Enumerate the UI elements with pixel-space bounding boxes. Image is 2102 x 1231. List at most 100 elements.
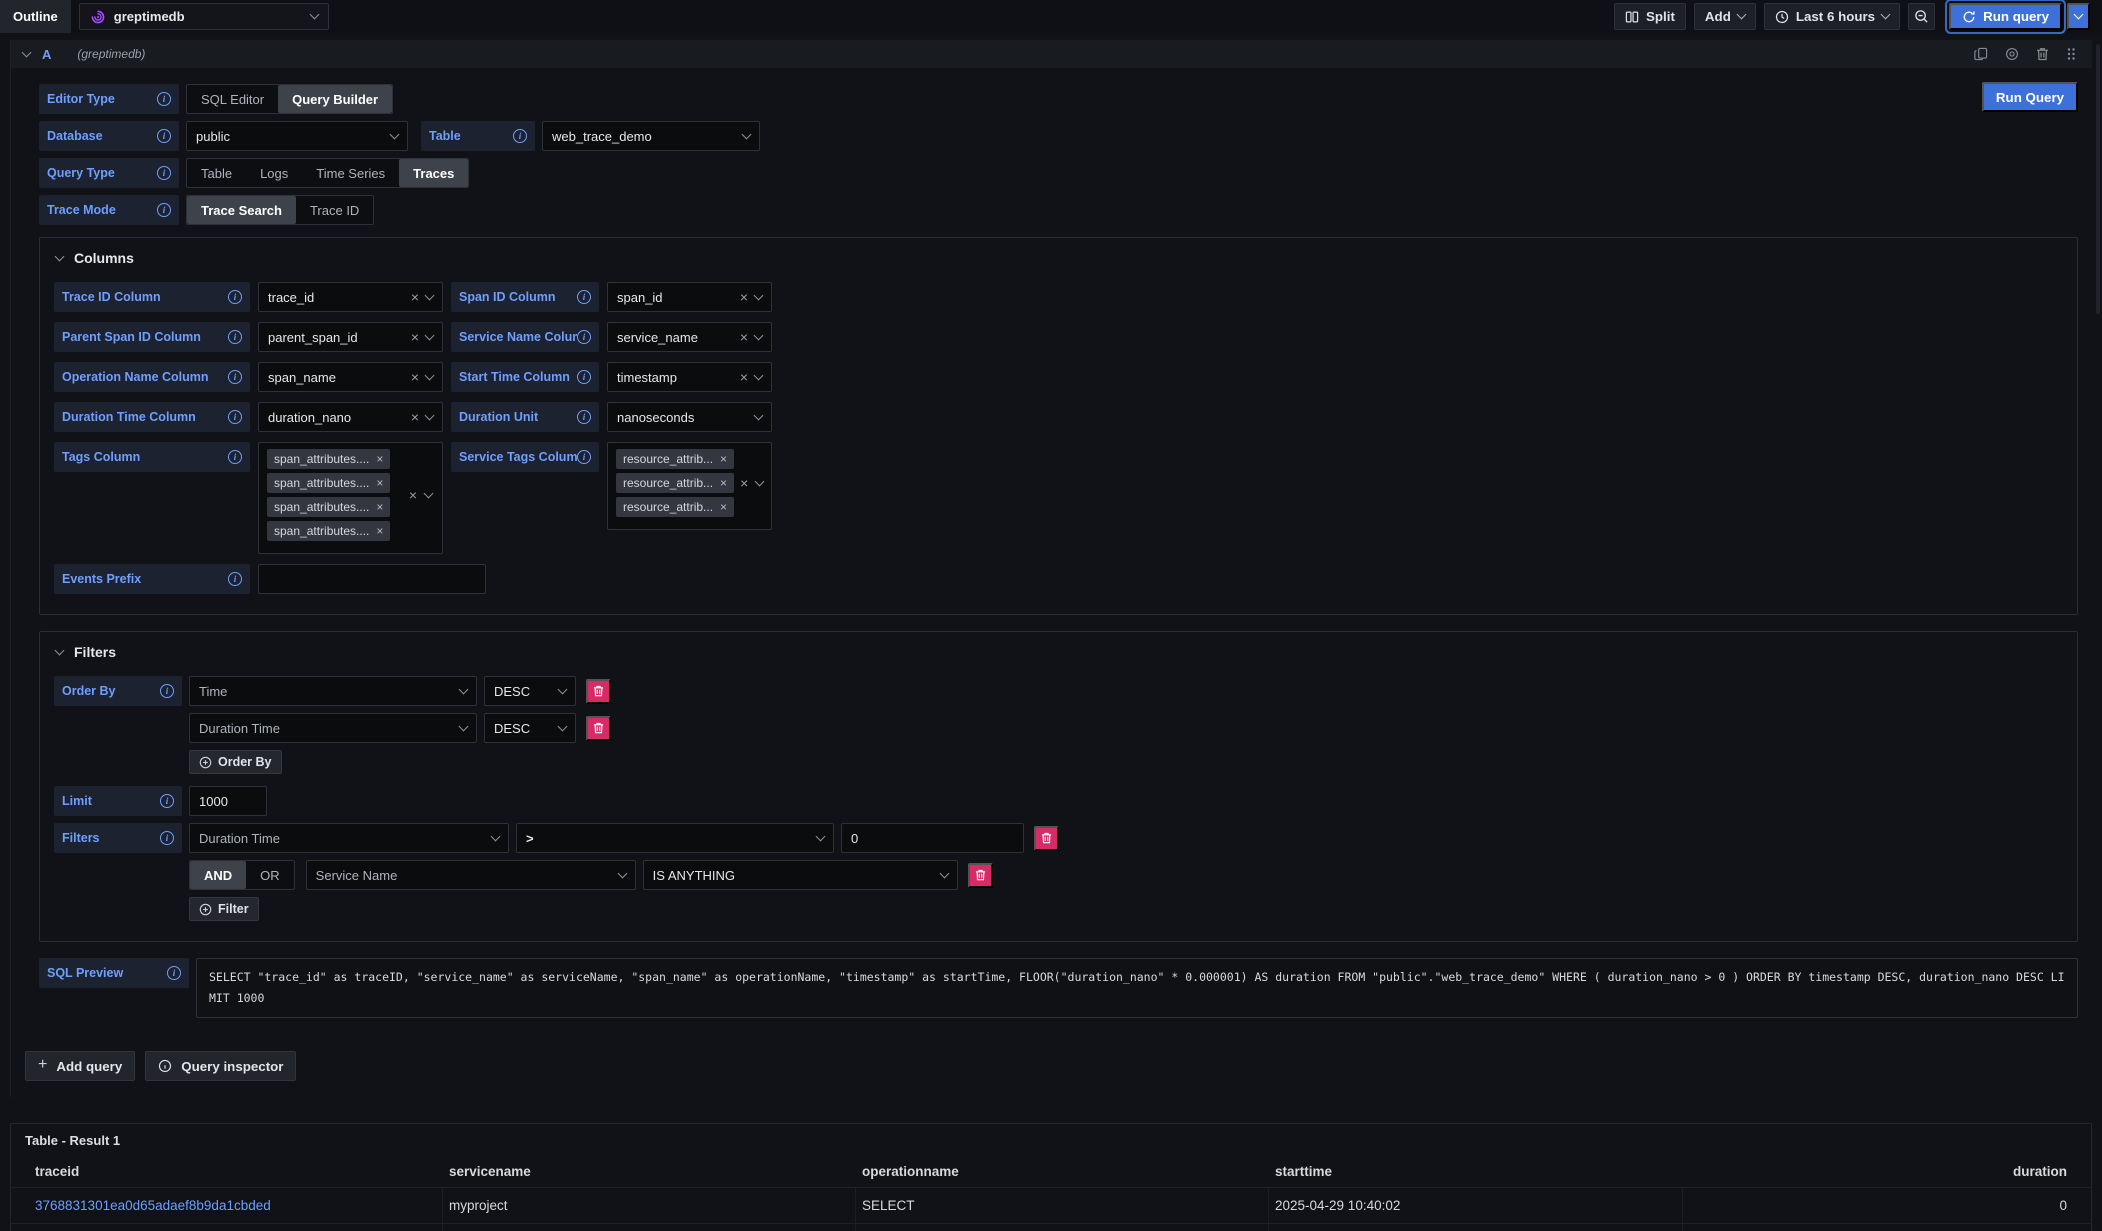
duration-time-column-select[interactable]: duration_nano× <box>258 402 443 432</box>
trace-mode-trace-id[interactable]: Trace ID <box>296 196 373 224</box>
service-tag-chip[interactable]: resource_attrib...× <box>616 497 734 517</box>
column-header-traceid[interactable]: traceid <box>11 1156 443 1187</box>
remove-filter-button[interactable] <box>968 863 993 888</box>
info-icon[interactable]: i <box>160 794 174 808</box>
info-icon[interactable]: i <box>228 290 242 304</box>
column-header-duration[interactable]: duration <box>1683 1156 2091 1187</box>
remove-tag-icon[interactable]: × <box>720 500 727 514</box>
tag-chip[interactable]: span_attributes....× <box>267 473 390 493</box>
operation-name-column-select[interactable]: span_name× <box>258 362 443 392</box>
tag-chip[interactable]: span_attributes....× <box>267 449 390 469</box>
limit-input[interactable] <box>189 786 267 816</box>
scrollbar[interactable] <box>2096 44 2100 314</box>
database-select[interactable]: public <box>186 121 408 151</box>
remove-order-by-button[interactable] <box>586 716 611 741</box>
columns-section-header[interactable]: Columns <box>56 250 2063 266</box>
clear-icon[interactable]: × <box>740 330 748 344</box>
run-query-button[interactable]: Run query <box>1949 3 2062 30</box>
table-select[interactable]: web_trace_demo <box>542 121 760 151</box>
info-icon[interactable]: i <box>228 410 242 424</box>
info-icon[interactable]: i <box>228 572 242 586</box>
service-tag-chip[interactable]: resource_attrib...× <box>616 449 734 469</box>
info-icon[interactable]: i <box>228 330 242 344</box>
drag-handle-icon[interactable] <box>2066 47 2076 61</box>
duration-unit-select[interactable]: nanoseconds <box>607 402 772 432</box>
order-by-field-select[interactable]: Time <box>189 676 477 706</box>
query-row-header[interactable]: A (greptimedb) <box>11 40 2092 68</box>
clear-all-icon[interactable]: × <box>409 488 417 502</box>
info-icon[interactable]: i <box>160 684 174 698</box>
filter-logic-and[interactable]: AND <box>190 861 246 889</box>
trace-id-link[interactable]: 3768831301ea0d65adaef8b9da1cbded <box>35 1198 271 1213</box>
add-query-button[interactable]: + Add query <box>25 1051 135 1081</box>
info-icon[interactable]: i <box>577 330 591 344</box>
trace-id-column-select[interactable]: trace_id× <box>258 282 443 312</box>
editor-type-sql-editor[interactable]: SQL Editor <box>187 85 278 113</box>
remove-tag-icon[interactable]: × <box>376 524 383 538</box>
trace-mode-trace-search[interactable]: Trace Search <box>187 196 296 224</box>
tag-chip[interactable]: span_attributes....× <box>267 497 390 517</box>
service-tags-column-multiselect[interactable]: resource_attrib...× resource_attrib...× … <box>607 442 772 530</box>
clear-icon[interactable]: × <box>411 410 419 424</box>
time-range-picker[interactable]: Last 6 hours <box>1764 3 1900 30</box>
query-inspector-button[interactable]: Query inspector <box>145 1051 296 1081</box>
filter-logic-or[interactable]: OR <box>246 861 294 889</box>
query-type-logs[interactable]: Logs <box>246 159 302 187</box>
delete-query-icon[interactable] <box>2036 47 2049 61</box>
remove-tag-icon[interactable]: × <box>720 452 727 466</box>
query-type-traces[interactable]: Traces <box>399 159 468 187</box>
clear-icon[interactable]: × <box>411 330 419 344</box>
add-filter-button[interactable]: Filter <box>189 897 259 921</box>
clear-icon[interactable]: × <box>740 290 748 304</box>
info-icon[interactable]: i <box>577 290 591 304</box>
order-by-direction-select[interactable]: DESC <box>484 713 576 743</box>
remove-tag-icon[interactable]: × <box>376 476 383 490</box>
info-icon[interactable]: i <box>157 203 171 217</box>
events-prefix-input[interactable] <box>258 564 486 594</box>
filter-field-select[interactable]: Duration Time <box>189 823 509 853</box>
info-icon[interactable]: i <box>167 966 181 980</box>
column-header-starttime[interactable]: starttime <box>1269 1156 1683 1187</box>
info-icon[interactable]: i <box>160 831 174 845</box>
info-icon[interactable]: i <box>513 129 527 143</box>
filters-section-header[interactable]: Filters <box>56 644 2063 660</box>
tag-chip[interactable]: span_attributes....× <box>267 521 390 541</box>
duplicate-query-icon[interactable] <box>1974 47 1988 61</box>
info-icon[interactable]: i <box>157 129 171 143</box>
run-query-editor-button[interactable]: Run Query <box>1982 82 2078 112</box>
span-id-column-select[interactable]: span_id× <box>607 282 772 312</box>
query-type-table[interactable]: Table <box>187 159 246 187</box>
service-tag-chip[interactable]: resource_attrib...× <box>616 473 734 493</box>
service-name-column-select[interactable]: service_name× <box>607 322 772 352</box>
remove-order-by-button[interactable] <box>586 679 611 704</box>
split-button[interactable]: Split <box>1614 3 1686 30</box>
outline-toggle-button[interactable]: Outline <box>0 0 71 33</box>
clear-icon[interactable]: × <box>411 290 419 304</box>
info-icon[interactable]: i <box>577 370 591 384</box>
info-icon[interactable]: i <box>157 166 171 180</box>
remove-filter-button[interactable] <box>1034 826 1059 851</box>
filter-field-select[interactable]: Service Name <box>306 860 636 890</box>
order-by-direction-select[interactable]: DESC <box>484 676 576 706</box>
filter-operator-select[interactable]: IS ANYTHING <box>643 860 958 890</box>
info-icon[interactable]: i <box>577 410 591 424</box>
info-icon[interactable]: i <box>157 92 171 106</box>
clear-all-icon[interactable]: × <box>740 476 748 490</box>
column-header-servicename[interactable]: servicename <box>443 1156 856 1187</box>
datasource-picker[interactable]: greptimedb <box>79 3 329 30</box>
remove-tag-icon[interactable]: × <box>376 500 383 514</box>
run-query-dropdown-button[interactable] <box>2067 3 2090 30</box>
parent-span-id-column-select[interactable]: parent_span_id× <box>258 322 443 352</box>
remove-tag-icon[interactable]: × <box>376 452 383 466</box>
remove-tag-icon[interactable]: × <box>720 476 727 490</box>
editor-type-query-builder[interactable]: Query Builder <box>278 85 392 113</box>
zoom-out-button[interactable] <box>1908 3 1935 30</box>
tags-column-multiselect[interactable]: span_attributes....× span_attributes....… <box>258 442 443 554</box>
collapse-chevron-icon[interactable] <box>22 47 32 57</box>
disable-query-icon[interactable] <box>2005 47 2019 61</box>
query-type-time-series[interactable]: Time Series <box>302 159 399 187</box>
add-order-by-button[interactable]: Order By <box>189 750 282 774</box>
filter-operator-select[interactable]: > <box>516 823 834 853</box>
clear-icon[interactable]: × <box>740 370 748 384</box>
clear-icon[interactable]: × <box>411 370 419 384</box>
